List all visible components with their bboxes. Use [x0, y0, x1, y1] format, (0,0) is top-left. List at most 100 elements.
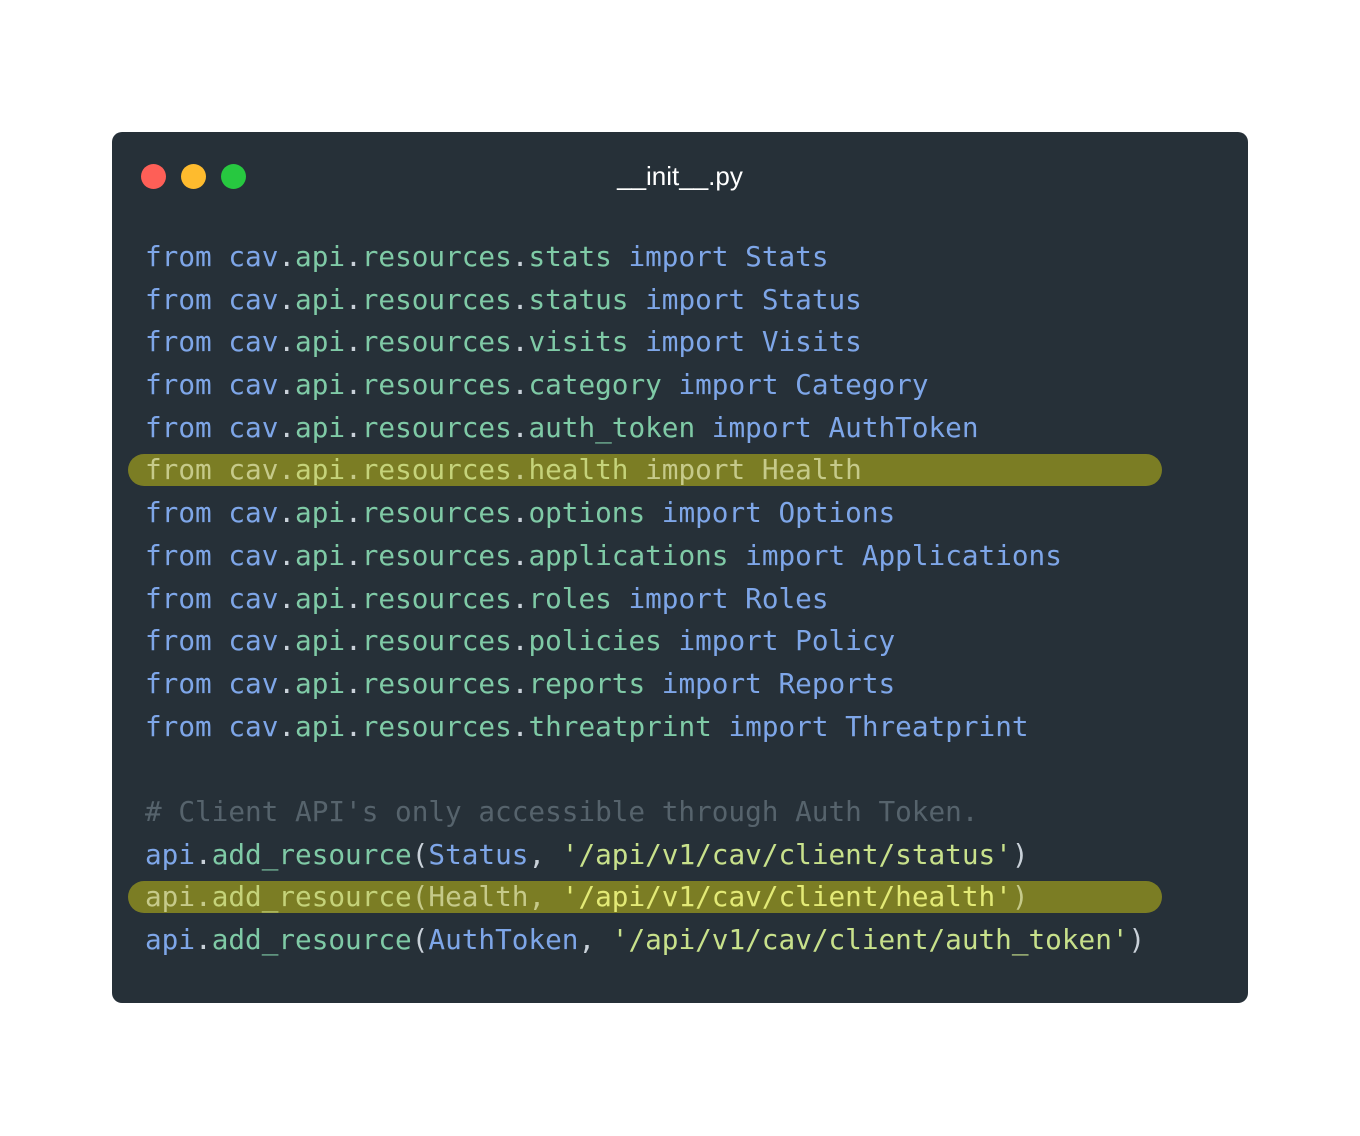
- module-name: resources: [361, 453, 512, 487]
- import-keyword: import: [645, 496, 779, 530]
- import-line: from cav.api.resources.roles import Role…: [145, 578, 1145, 621]
- module-name: api: [295, 709, 346, 743]
- class-name: Roles: [745, 581, 829, 615]
- import-keyword: import: [728, 538, 862, 572]
- class-name: Options: [778, 496, 896, 530]
- dot-separator: .: [278, 666, 296, 700]
- import-keyword: import: [628, 325, 762, 359]
- class-name: Category: [795, 368, 929, 402]
- dot-separator: .: [345, 368, 362, 402]
- package-name: cav: [228, 240, 279, 273]
- package-name: cav: [228, 410, 279, 444]
- module-name: category: [528, 368, 662, 402]
- from-keyword: from: [145, 581, 229, 615]
- from-keyword: from: [145, 282, 229, 316]
- import-line: from cav.api.resources.stats import Stat…: [145, 236, 1145, 279]
- code-block: from cav.api.resources.stats import Stat…: [127, 236, 1163, 962]
- package-name: cav: [228, 282, 279, 316]
- dot-separator: .: [345, 240, 362, 273]
- method-name: add_resource: [211, 837, 412, 871]
- from-keyword: from: [145, 709, 229, 743]
- import-line: from cav.api.resources.policies import P…: [145, 620, 1145, 663]
- dot-separator: .: [278, 496, 296, 530]
- route-string: '/api/v1/cav/client/status': [561, 837, 1012, 871]
- from-keyword: from: [145, 496, 229, 530]
- import-line: from cav.api.resources.status import Sta…: [145, 279, 1145, 322]
- dot-separator: .: [345, 410, 362, 444]
- from-keyword: from: [145, 666, 229, 700]
- argument-class: AuthToken: [428, 923, 579, 956]
- highlighted-import-line: from cav.api.resources.health import Hea…: [127, 449, 1163, 492]
- dot-separator: .: [511, 624, 529, 658]
- module-name: api: [295, 410, 346, 444]
- import-line: from cav.api.resources.threatprint impor…: [145, 706, 1145, 749]
- object-name: api: [145, 923, 196, 956]
- module-name: resources: [361, 666, 512, 700]
- dot-separator: .: [511, 410, 529, 444]
- module-name: visits: [528, 325, 629, 359]
- module-name: resources: [361, 496, 512, 530]
- module-name: resources: [361, 325, 512, 359]
- dot-separator: .: [278, 325, 296, 359]
- module-name: reports: [528, 666, 646, 700]
- open-paren: (: [411, 923, 429, 956]
- module-name: resources: [361, 282, 512, 316]
- from-keyword: from: [145, 368, 229, 402]
- module-name: health: [528, 453, 629, 487]
- module-name: applications: [528, 538, 729, 572]
- class-name: Threatprint: [845, 709, 1029, 743]
- dot-separator: .: [511, 240, 529, 273]
- module-name: auth_token: [528, 410, 696, 444]
- module-name: api: [295, 581, 346, 615]
- module-name: threatprint: [528, 709, 712, 743]
- dot-separator: .: [278, 624, 296, 658]
- class-name: AuthToken: [828, 410, 979, 444]
- highlighted-call-line: api.add_resource(Health, '/api/v1/cav/cl…: [127, 876, 1163, 919]
- from-keyword: from: [145, 453, 229, 487]
- dot-separator: .: [278, 453, 296, 487]
- dot-separator: .: [195, 880, 212, 914]
- dot-separator: .: [278, 581, 296, 615]
- module-name: api: [295, 282, 346, 316]
- import-keyword: import: [695, 410, 829, 444]
- code-comment: # Client API's only accessible through A…: [145, 794, 979, 828]
- class-name: Status: [761, 282, 862, 316]
- module-name: api: [295, 624, 346, 658]
- close-paren: ): [1011, 880, 1029, 914]
- dot-separator: .: [345, 666, 362, 700]
- comma: ,: [528, 880, 562, 914]
- import-keyword: import: [661, 624, 796, 658]
- import-line: from cav.api.resources.applications impo…: [145, 535, 1145, 578]
- module-name: api: [295, 368, 346, 402]
- package-name: cav: [228, 368, 279, 402]
- dot-separator: .: [345, 282, 362, 316]
- close-paren: ): [1128, 923, 1146, 956]
- method-name: add_resource: [211, 923, 412, 956]
- dot-separator: .: [195, 837, 212, 871]
- dot-separator: .: [511, 453, 529, 487]
- dot-separator: .: [278, 410, 296, 444]
- window-title: __init__.py: [617, 161, 743, 191]
- from-keyword: from: [145, 325, 229, 359]
- module-name: api: [295, 453, 346, 487]
- module-name: api: [295, 240, 346, 273]
- package-name: cav: [228, 538, 279, 572]
- import-line: from cav.api.resources.category import C…: [145, 364, 1145, 407]
- dot-separator: .: [345, 624, 362, 658]
- import-line: from cav.api.resources.auth_token import…: [145, 407, 1145, 450]
- package-name: cav: [228, 581, 279, 615]
- comma: ,: [528, 837, 562, 871]
- package-name: cav: [228, 624, 279, 658]
- dot-separator: .: [278, 368, 296, 402]
- module-name: policies: [528, 624, 662, 658]
- dot-separator: .: [278, 538, 296, 572]
- comma: ,: [578, 923, 612, 956]
- from-keyword: from: [145, 624, 229, 658]
- import-keyword: import: [611, 240, 746, 273]
- module-name: stats: [528, 240, 612, 273]
- module-name: status: [528, 282, 629, 316]
- from-keyword: from: [145, 410, 229, 444]
- module-name: api: [295, 538, 346, 572]
- package-name: cav: [228, 453, 279, 487]
- dot-separator: .: [345, 709, 362, 743]
